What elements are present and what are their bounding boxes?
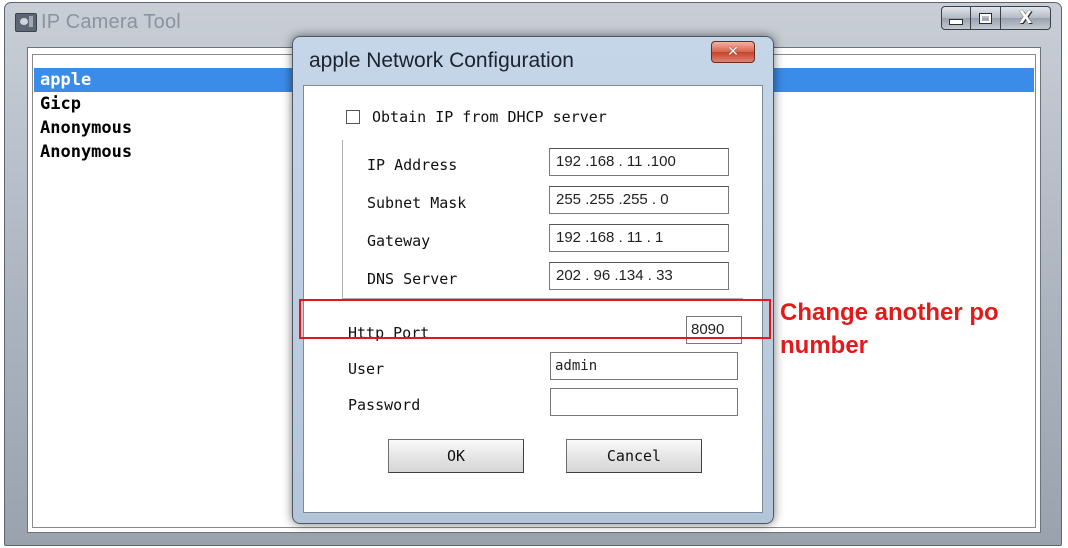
port-annotation: Change another po number [780, 296, 1068, 362]
ip-address-label: IP Address [367, 156, 458, 174]
password-input[interactable] [550, 388, 738, 416]
minimize-button[interactable] [941, 6, 971, 30]
camera-icon [15, 13, 37, 32]
user-row: User admin [304, 352, 762, 382]
dhcp-label: Obtain IP from DHCP server [372, 108, 607, 126]
annotation-line-2: number [780, 332, 869, 359]
dhcp-option[interactable]: Obtain IP from DHCP server [346, 108, 607, 126]
subnet-mask-label: Subnet Mask [367, 194, 467, 212]
gateway-row: Gateway 192 .168 . 11 . 1 [343, 224, 743, 254]
app-title: IP Camera Tool [41, 11, 181, 33]
minimize-icon [949, 19, 963, 25]
ip-address-row: IP Address 192 .168 . 11 .100 [343, 148, 743, 178]
dialog-close-button[interactable]: ✕ [711, 41, 755, 63]
close-icon: ✕ [727, 44, 739, 60]
password-row: Password [304, 388, 762, 418]
cancel-button[interactable]: Cancel [566, 439, 702, 473]
subnet-mask-input[interactable]: 255 .255 .255 . 0 [549, 186, 729, 214]
subnet-mask-row: Subnet Mask 255 .255 .255 . 0 [343, 186, 743, 216]
gateway-input[interactable]: 192 .168 . 11 . 1 [549, 224, 729, 252]
maximize-icon [979, 12, 992, 24]
password-label: Password [348, 396, 421, 414]
dns-server-label: DNS Server [367, 270, 458, 288]
user-input[interactable]: admin [550, 352, 738, 380]
ok-button-label: OK [446, 447, 466, 465]
gateway-label: Gateway [367, 232, 431, 250]
ip-settings-group: IP Address 192 .168 . 11 .100 Subnet Mas… [342, 140, 743, 299]
window-controls: X [941, 6, 1051, 30]
dns-server-input[interactable]: 202 . 96 .134 . 33 [549, 262, 729, 290]
dhcp-checkbox[interactable] [346, 110, 360, 124]
dns-server-row: DNS Server 202 . 96 .134 . 33 [343, 262, 743, 292]
http-port-highlight [299, 299, 771, 339]
network-config-dialog: apple Network Configuration ✕ Obtain IP … [292, 36, 774, 524]
close-icon: X [1018, 8, 1033, 28]
cancel-button-label: Cancel [606, 447, 662, 465]
dialog-title: apple Network Configuration [309, 49, 574, 72]
ip-address-input[interactable]: 192 .168 . 11 .100 [549, 148, 729, 176]
maximize-button[interactable] [971, 6, 1001, 30]
annotation-line-1: Change another po [780, 299, 999, 326]
close-button[interactable]: X [1001, 6, 1051, 30]
ok-button[interactable]: OK [388, 439, 524, 473]
user-label: User [348, 360, 385, 378]
